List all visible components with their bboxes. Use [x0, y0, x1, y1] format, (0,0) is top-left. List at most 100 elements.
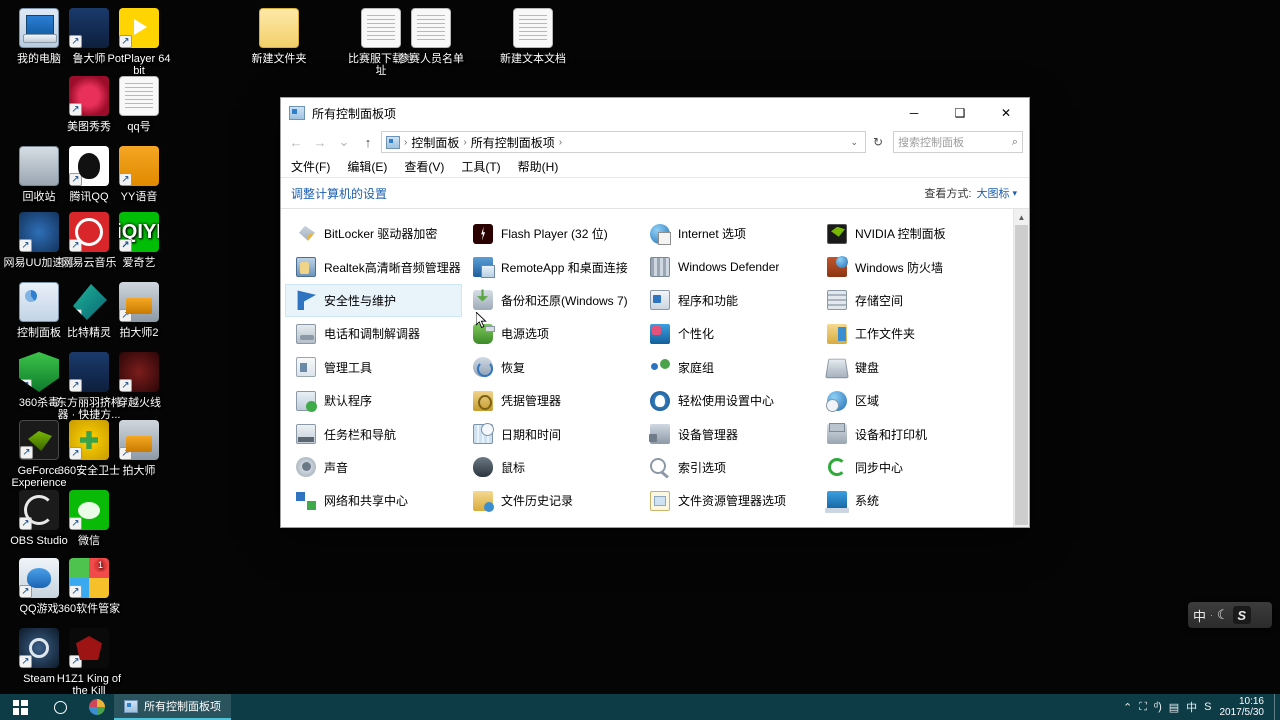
control-panel-item[interactable]: 恢复: [462, 351, 639, 384]
control-panel-item[interactable]: 凭据管理器: [462, 384, 639, 417]
tray-sogou-icon[interactable]: S: [1204, 701, 1211, 713]
taskbar[interactable]: 所有控制面板项 ⌃ ⛶ ᵈ) ▤ 中 S 10:16 2017/5/30: [0, 694, 1280, 720]
window-titlebar[interactable]: 所有控制面板项 ─ ❑ ✕: [281, 98, 1029, 128]
control-panel-item[interactable]: Realtek高清晰音频管理器: [285, 250, 462, 283]
minimize-button[interactable]: ─: [891, 98, 937, 128]
desktop-icon[interactable]: qq号: [102, 76, 176, 133]
sogou-logo-icon[interactable]: S: [1232, 606, 1251, 624]
tray-volume-icon[interactable]: ᵈ): [1154, 701, 1162, 713]
menu-bar[interactable]: 文件(F) 编辑(E) 查看(V) 工具(T) 帮助(H): [281, 156, 1029, 178]
control-panel-item[interactable]: RemoteApp 和桌面连接: [462, 250, 639, 283]
control-panel-item[interactable]: Internet 选项: [639, 217, 816, 250]
menu-tools[interactable]: 工具(T): [459, 157, 502, 176]
control-panel-item[interactable]: 设备和打印机: [816, 417, 993, 450]
breadcrumb[interactable]: › 控制面板 › 所有控制面板项 › ⌄: [381, 131, 866, 153]
ime-separator: ·: [1210, 610, 1214, 620]
show-desktop-button[interactable]: [1274, 694, 1280, 720]
start-button[interactable]: [0, 694, 40, 720]
control-panel-item[interactable]: 区域: [816, 384, 993, 417]
taskbar-app-control-panel[interactable]: 所有控制面板项: [114, 694, 231, 720]
control-panel-item[interactable]: 管理工具: [285, 351, 462, 384]
desktop-icon[interactable]: 新建文本文档: [496, 8, 570, 65]
control-panel-item[interactable]: 家庭组: [639, 351, 816, 384]
control-panel-item[interactable]: 电源选项: [462, 317, 639, 350]
view-by-value[interactable]: 大图标: [976, 185, 1009, 201]
desktop-icon[interactable]: ↗ 穿越火线: [102, 352, 176, 409]
control-panel-item[interactable]: BitLocker 驱动器加密: [285, 217, 462, 250]
desktop-icon[interactable]: ↗ H1Z1 King of the Kill: [52, 628, 126, 697]
tray-action-center-icon[interactable]: ▤: [1169, 701, 1179, 714]
maximize-button[interactable]: ❑: [937, 98, 983, 128]
control-panel-item[interactable]: 安全性与维护: [285, 283, 462, 318]
menu-edit[interactable]: 编辑(E): [345, 157, 389, 176]
desktop-icon[interactable]: 新建文件夹: [242, 8, 316, 65]
tray-chevron-up-icon[interactable]: ⌃: [1123, 701, 1132, 714]
breadcrumb-item-all-items[interactable]: 所有控制面板项: [471, 134, 555, 151]
control-panel-item[interactable]: 轻松使用设置中心: [639, 384, 816, 417]
control-panel-item[interactable]: NVIDIA 控制面板: [816, 217, 993, 250]
control-panel-item[interactable]: Windows 防火墙: [816, 250, 993, 283]
menu-file[interactable]: 文件(F): [289, 157, 332, 176]
breadcrumb-item-control-panel[interactable]: 控制面板: [411, 134, 459, 151]
control-panel-item[interactable]: 程序和功能: [639, 284, 816, 317]
desktop-icon[interactable]: ↗ PotPlayer 64 bit: [102, 8, 176, 77]
search-input[interactable]: 搜索控制面板: [898, 134, 1012, 150]
system-tray[interactable]: ⌃ ⛶ ᵈ) ▤ 中 S: [1123, 699, 1220, 715]
desktop-icon[interactable]: 参赛人员名单: [394, 8, 468, 65]
scroll-up-button[interactable]: ▲: [1014, 209, 1030, 225]
control-panel-item[interactable]: 设备管理器: [639, 417, 816, 450]
control-panel-item[interactable]: 网络和共享中心: [285, 484, 462, 517]
control-panel-item[interactable]: 鼠标: [462, 451, 639, 484]
moon-icon[interactable]: ☾: [1217, 607, 1229, 623]
control-panel-item[interactable]: 日期和时间: [462, 417, 639, 450]
desktop-icon[interactable]: ↗ 拍大师: [102, 420, 176, 477]
control-panel-item[interactable]: 键盘: [816, 351, 993, 384]
chevron-down-icon[interactable]: ▾: [1012, 188, 1017, 199]
control-panel-item[interactable]: 任务栏和导航: [285, 417, 462, 450]
control-panel-item[interactable]: 备份和还原(Windows 7): [462, 284, 639, 317]
desktop-icon[interactable]: ↗ 1 360软件管家: [52, 558, 126, 615]
cortana-search-button[interactable]: [40, 694, 80, 720]
ime-floating-bar[interactable]: 中 · ☾ S: [1188, 602, 1272, 628]
scrollbar-track[interactable]: [1014, 225, 1030, 525]
control-panel-item[interactable]: 同步中心: [816, 451, 993, 484]
desktop-icon[interactable]: ↗ 拍大师2: [102, 282, 176, 339]
task-view-button[interactable]: [80, 694, 114, 720]
forward-button[interactable]: →: [309, 131, 331, 153]
control-panel-item[interactable]: Windows Defender: [639, 250, 816, 283]
control-panel-item[interactable]: 文件资源管理器选项: [639, 484, 816, 517]
address-bar[interactable]: ← → ⌄ ↑ › 控制面板 › 所有控制面板项 › ⌄ ↻ 搜索控制面板 ⌕: [281, 128, 1029, 156]
control-panel-item[interactable]: 存储空间: [816, 284, 993, 317]
text-file-icon: [411, 8, 451, 48]
control-panel-item[interactable]: 文件历史记录: [462, 484, 639, 517]
desktop-icon[interactable]: ↗ YY语音: [102, 146, 176, 203]
recent-locations-button[interactable]: ⌄: [333, 131, 355, 153]
scrollbar-thumb[interactable]: [1014, 225, 1028, 525]
taskbar-clock[interactable]: 10:16 2017/5/30: [1220, 696, 1275, 718]
desktop-icon-label: 拍大师: [122, 465, 156, 477]
back-button[interactable]: ←: [285, 131, 307, 153]
vertical-scrollbar[interactable]: ▲ ▼: [1013, 209, 1029, 527]
search-box[interactable]: 搜索控制面板 ⌕: [893, 131, 1023, 153]
desktop-icon[interactable]: iQIYI↗ 爱奇艺: [102, 212, 176, 269]
refresh-button[interactable]: ↻: [868, 131, 888, 153]
control-panel-item[interactable]: Flash Player (32 位): [462, 217, 639, 250]
ime-language-mode[interactable]: 中: [1193, 606, 1206, 625]
control-panel-item[interactable]: 声音: [285, 451, 462, 484]
desktop-icon[interactable]: ↗ 微信: [52, 490, 126, 547]
tray-network-icon[interactable]: ⛶: [1139, 701, 1147, 714]
control-panel-item[interactable]: 工作文件夹: [816, 317, 993, 350]
control-panel-item[interactable]: 默认程序: [285, 384, 462, 417]
tray-ime-icon[interactable]: 中: [1186, 699, 1197, 715]
backup-restore-icon: [473, 290, 493, 311]
control-panel-window[interactable]: 所有控制面板项 ─ ❑ ✕ ← → ⌄ ↑ › 控制面板 › 所有控制面板项 ›…: [280, 97, 1030, 528]
menu-view[interactable]: 查看(V): [402, 157, 446, 176]
up-button[interactable]: ↑: [357, 131, 379, 153]
address-dropdown-icon[interactable]: ⌄: [847, 137, 861, 148]
control-panel-item[interactable]: 个性化: [639, 317, 816, 350]
menu-help[interactable]: 帮助(H): [516, 157, 561, 176]
close-button[interactable]: ✕: [983, 98, 1029, 128]
control-panel-item[interactable]: 系统: [816, 484, 993, 517]
control-panel-item[interactable]: 电话和调制解调器: [285, 317, 462, 350]
control-panel-item[interactable]: 索引选项: [639, 451, 816, 484]
